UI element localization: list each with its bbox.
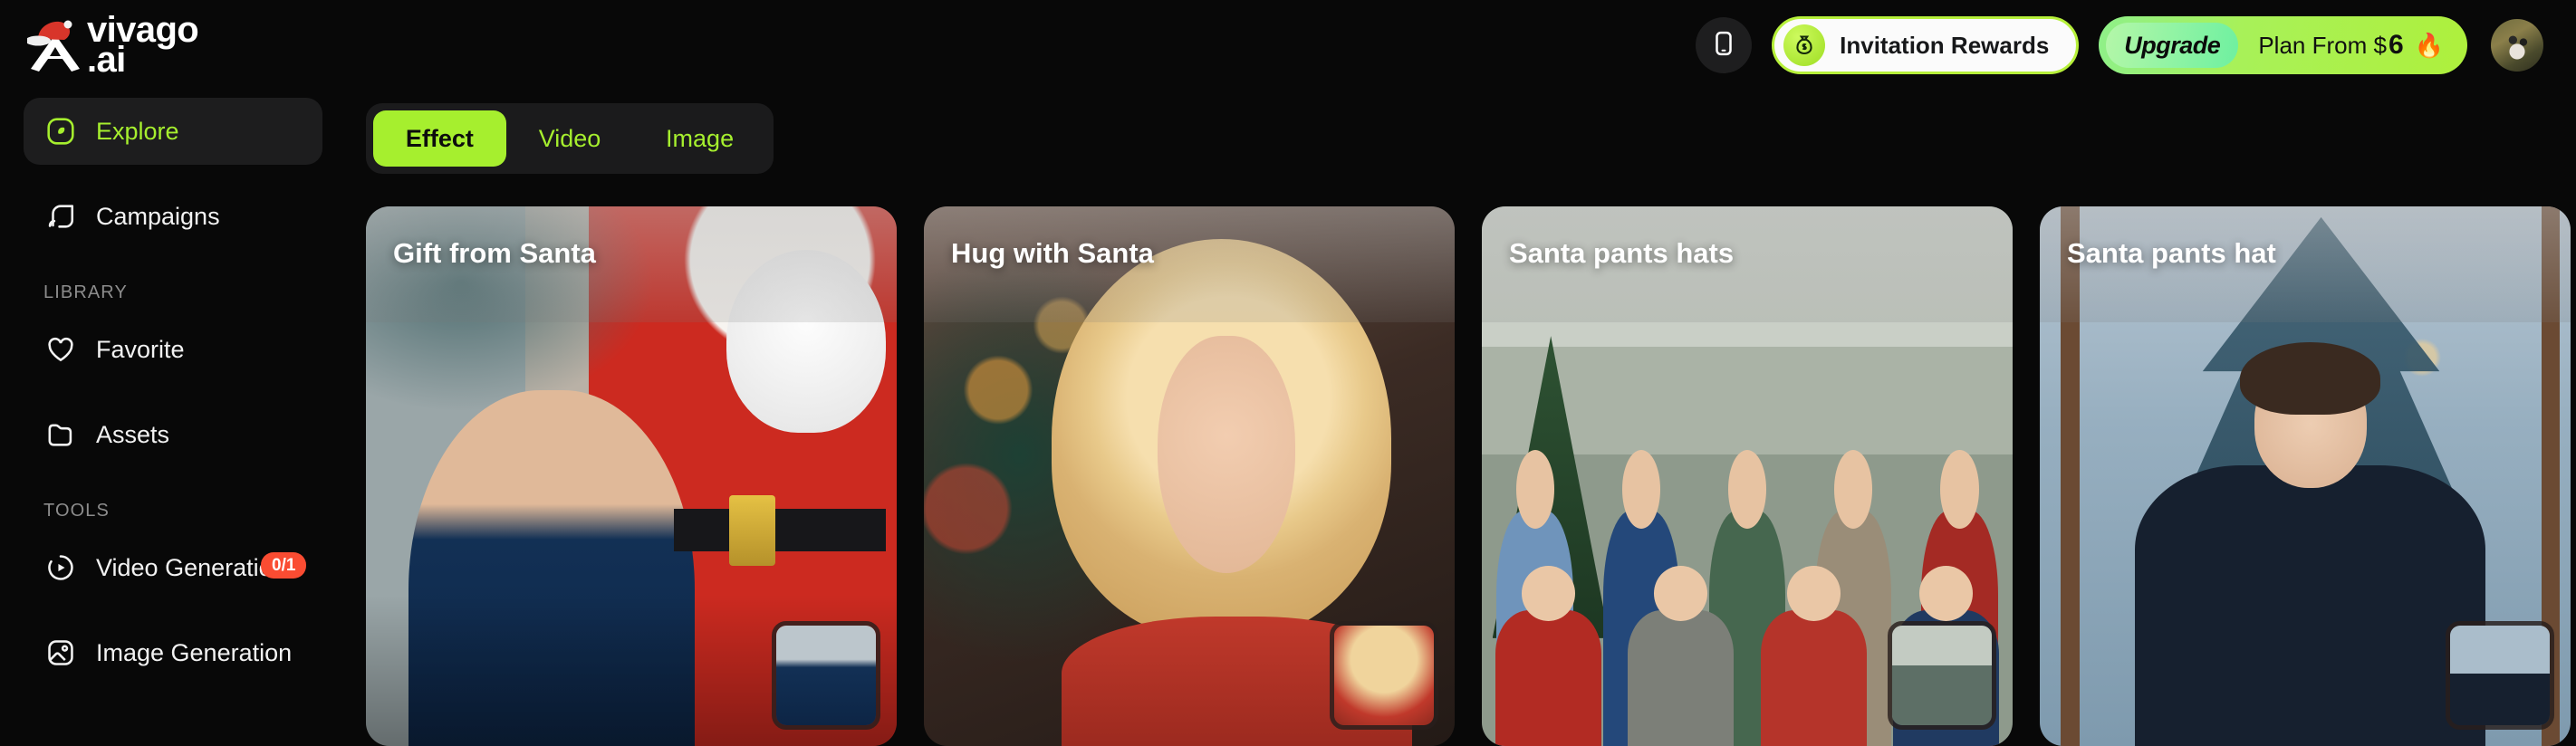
- effect-card-santa-pants-hats[interactable]: Santa pants hats: [1482, 206, 2013, 746]
- source-image-thumbnail-image: [1892, 626, 1992, 725]
- image-icon: [43, 636, 78, 670]
- sidebar-item-video-generation[interactable]: Video Generation 0/1: [24, 534, 322, 601]
- brand-logo[interactable]: vivago .ai: [25, 12, 326, 80]
- content-type-tabs: Effect Video Image: [366, 103, 774, 174]
- folder-icon: [43, 417, 78, 452]
- source-image-thumbnail-image: [776, 626, 876, 725]
- tab-image[interactable]: Image: [633, 110, 766, 167]
- sidebar-item-assets-label: Assets: [96, 420, 170, 448]
- sidebar-section-library: LIBRARY: [43, 282, 128, 302]
- tab-video[interactable]: Video: [506, 110, 633, 167]
- compass-icon: [43, 114, 78, 148]
- play-circle-icon: [43, 550, 78, 585]
- invitation-rewards-label: Invitation Rewards: [1840, 31, 2050, 59]
- money-bag-icon: [1783, 24, 1826, 66]
- heart-icon: [43, 332, 78, 367]
- upgrade-chip-label: Upgrade: [2124, 31, 2221, 59]
- video-generation-quota-badge: 0/1: [261, 552, 307, 579]
- sidebar-item-image-generation-label: Image Generation: [96, 638, 293, 666]
- effect-card-santa-pants-hat[interactable]: Santa pants hat: [2040, 206, 2571, 746]
- campaign-broadcast-icon: [43, 199, 78, 234]
- sidebar-item-campaigns-label: Campaigns: [96, 202, 220, 230]
- source-image-thumbnail[interactable]: [1330, 621, 1438, 730]
- sidebar-item-image-generation[interactable]: Image Generation: [24, 619, 322, 686]
- portrait-face-shape: [1157, 336, 1296, 574]
- effect-card-hug-with-santa[interactable]: Hug with Santa: [924, 206, 1455, 746]
- source-image-thumbnail[interactable]: [772, 621, 880, 730]
- effect-card-gift-from-santa[interactable]: Gift from Santa: [366, 206, 897, 746]
- sidebar-item-campaigns[interactable]: Campaigns: [24, 183, 322, 250]
- santa-belt-shape: [673, 494, 887, 566]
- upgrade-plan-price: 6: [2388, 30, 2404, 60]
- app-root: vivago .ai Invitation Rewards Upgrade Pl…: [0, 0, 2576, 746]
- brand-name-line2: .ai: [87, 40, 126, 80]
- source-image-thumbnail-image: [2450, 626, 2550, 725]
- source-image-thumbnail[interactable]: [1888, 621, 1996, 730]
- sidebar-item-explore[interactable]: Explore: [24, 98, 322, 165]
- card-title: Hug with Santa: [951, 237, 1154, 269]
- sidebar-item-assets[interactable]: Assets: [24, 401, 322, 468]
- tab-effect[interactable]: Effect: [373, 110, 506, 167]
- invitation-rewards-button[interactable]: Invitation Rewards: [1772, 16, 2080, 74]
- person-shape: [1615, 562, 1748, 746]
- person-shape: [1482, 562, 1615, 746]
- upgrade-chip: Upgrade: [2106, 23, 2239, 68]
- sidebar-section-tools: TOOLS: [43, 501, 110, 521]
- upgrade-plan-prefix: Plan From $: [2258, 31, 2387, 59]
- tab-image-label: Image: [666, 124, 735, 152]
- portrait-person-shape: [2135, 341, 2486, 746]
- app-body: Explore Campaigns LIBRARY Favorite Asset…: [0, 91, 2576, 746]
- effect-card-grid: Gift from Santa Hug with Santa Santa pan…: [366, 206, 2576, 746]
- mobile-app-button[interactable]: [1696, 17, 1753, 73]
- card-title: Santa pants hat: [2067, 237, 2276, 269]
- source-image-thumbnail[interactable]: [2446, 621, 2554, 730]
- sidebar-item-explore-label: Explore: [96, 117, 179, 145]
- fire-icon: 🔥: [2414, 31, 2444, 59]
- person-shape: [1747, 562, 1880, 746]
- card-title: Santa pants hats: [1509, 237, 1735, 269]
- santa-hat-triangle-logo-icon: [25, 16, 83, 74]
- top-bar: vivago .ai Invitation Rewards Upgrade Pl…: [0, 0, 2576, 91]
- sidebar-item-favorite-label: Favorite: [96, 335, 185, 363]
- sidebar: Explore Campaigns LIBRARY Favorite Asset…: [0, 91, 346, 746]
- upgrade-button[interactable]: Upgrade Plan From $6 🔥: [2099, 16, 2467, 74]
- sidebar-item-favorite[interactable]: Favorite: [24, 316, 322, 383]
- tab-effect-label: Effect: [405, 124, 474, 152]
- main-content: Effect Video Image Gift from Santa Hug w…: [346, 91, 2576, 746]
- sidebar-item-video-generation-label: Video Generation: [96, 553, 286, 581]
- mobile-phone-icon: [1710, 30, 1737, 62]
- topbar-actions: Invitation Rewards Upgrade Plan From $6 …: [1696, 16, 2543, 74]
- upgrade-plan-text: Plan From $6 🔥: [2242, 30, 2444, 61]
- card-title: Gift from Santa: [393, 237, 596, 269]
- tab-video-label: Video: [538, 124, 601, 152]
- avatar[interactable]: [2491, 19, 2543, 72]
- source-image-thumbnail-image: [1334, 626, 1434, 725]
